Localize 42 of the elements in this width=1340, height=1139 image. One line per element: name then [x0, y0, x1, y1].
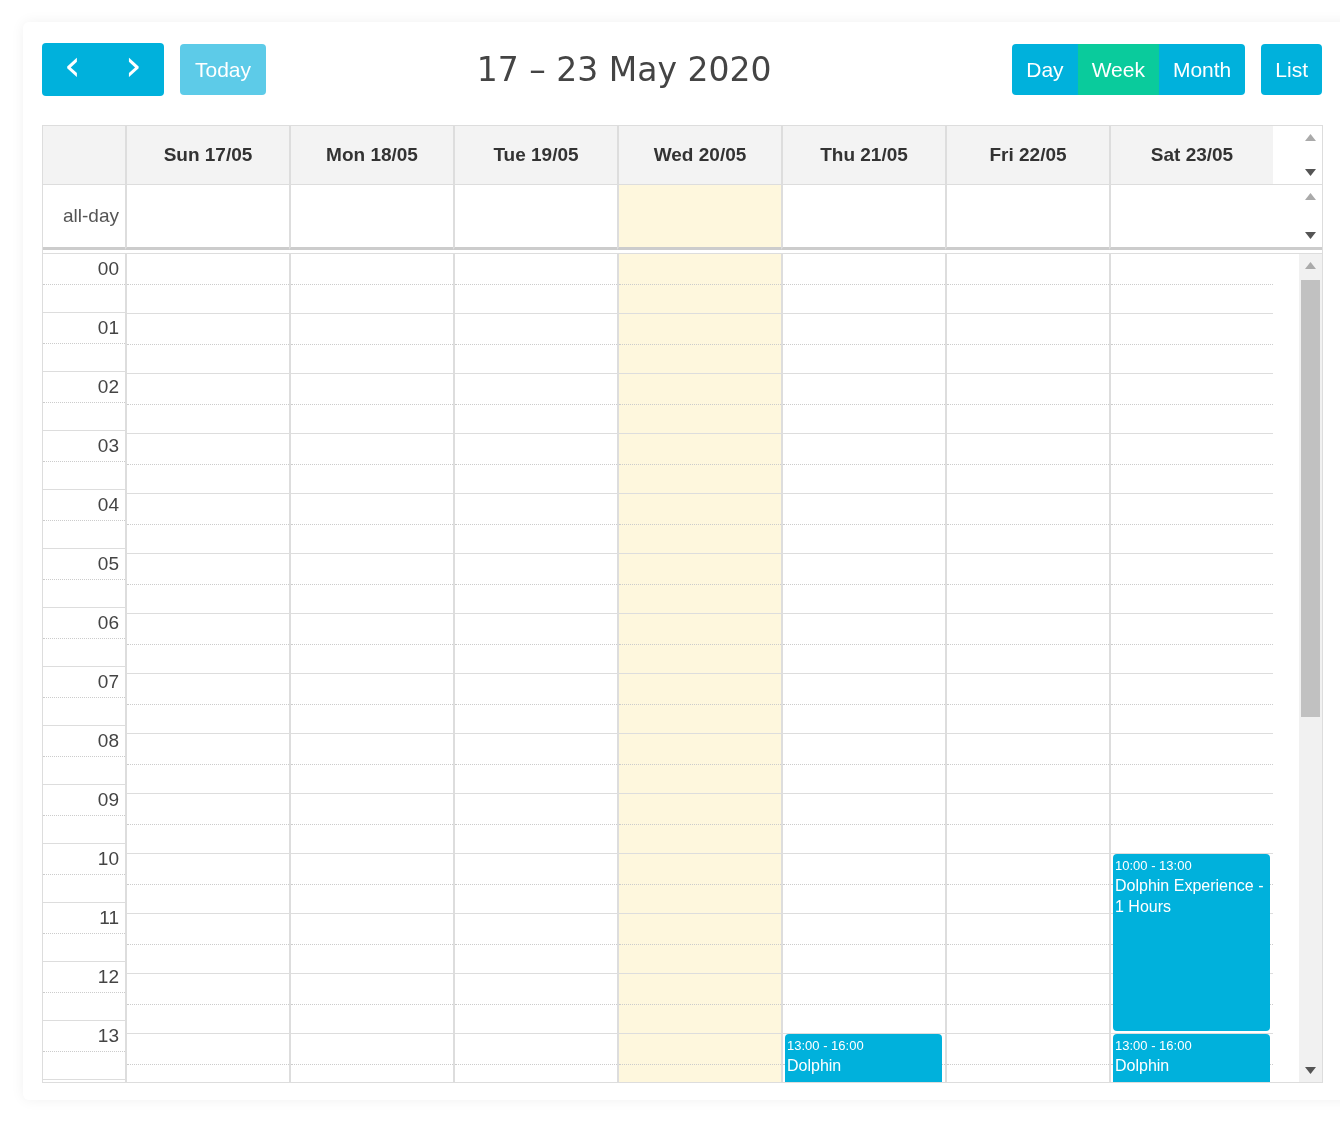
hour-label: 11: [43, 903, 125, 962]
date-range-title: 17 – 23 May 2020: [475, 50, 773, 89]
hour-label: 09: [43, 785, 125, 844]
event-title: Dolphin: [1115, 1056, 1171, 1076]
day-header: Thu 21/05: [781, 126, 945, 185]
day-header: Wed 20/05: [617, 126, 781, 185]
hour-label: 03: [43, 431, 125, 490]
day-header: Sun 17/05: [125, 126, 289, 185]
scroll-down-icon[interactable]: [1305, 169, 1316, 176]
hour-label: 10: [43, 844, 125, 903]
event-time: 13:00 - 16:00: [1115, 1037, 1193, 1055]
scroll-down-icon[interactable]: [1305, 232, 1316, 239]
next-button[interactable]: ›: [103, 43, 164, 96]
list-view-button[interactable]: List: [1261, 44, 1322, 95]
hour-label: 04: [43, 490, 125, 549]
event[interactable]: 13:00 - 16:00 Dolphin: [785, 1034, 942, 1082]
scroll-down-icon[interactable]: [1305, 1067, 1316, 1074]
hour-label: 07: [43, 667, 125, 726]
hour-label: 13: [43, 1021, 125, 1080]
event-title: Dolphin: [787, 1056, 843, 1076]
day-header: Fri 22/05: [945, 126, 1109, 185]
hour-label: 02: [43, 372, 125, 431]
event[interactable]: 10:00 - 13:00 Dolphin Experience - 1 Hours: [1113, 854, 1270, 1031]
hour-label: 05: [43, 549, 125, 608]
view-button[interactable]: Day: [1012, 44, 1078, 95]
previous-button[interactable]: ‹: [42, 43, 103, 96]
scrollbar[interactable]: [1299, 254, 1322, 1082]
hour-label: 08: [43, 726, 125, 785]
hour-label: 00: [43, 254, 125, 313]
hour-label: 06: [43, 608, 125, 667]
hour-label: 12: [43, 962, 125, 1021]
hour-label: 01: [43, 313, 125, 372]
event-time: 13:00 - 16:00: [787, 1037, 865, 1055]
event-time: 10:00 - 13:00: [1115, 857, 1193, 875]
all-day-label: all-day: [43, 185, 125, 250]
event-title: Dolphin Experience - 1 Hours: [1115, 876, 1265, 917]
day-header: Mon 18/05: [289, 126, 453, 185]
view-button[interactable]: Month: [1158, 44, 1246, 95]
event[interactable]: 13:00 - 16:00 Dolphin: [1113, 1034, 1270, 1082]
view-button[interactable]: Week: [1077, 44, 1159, 95]
day-header: Sat 23/05: [1109, 126, 1273, 185]
day-header: Tue 19/05: [453, 126, 617, 185]
